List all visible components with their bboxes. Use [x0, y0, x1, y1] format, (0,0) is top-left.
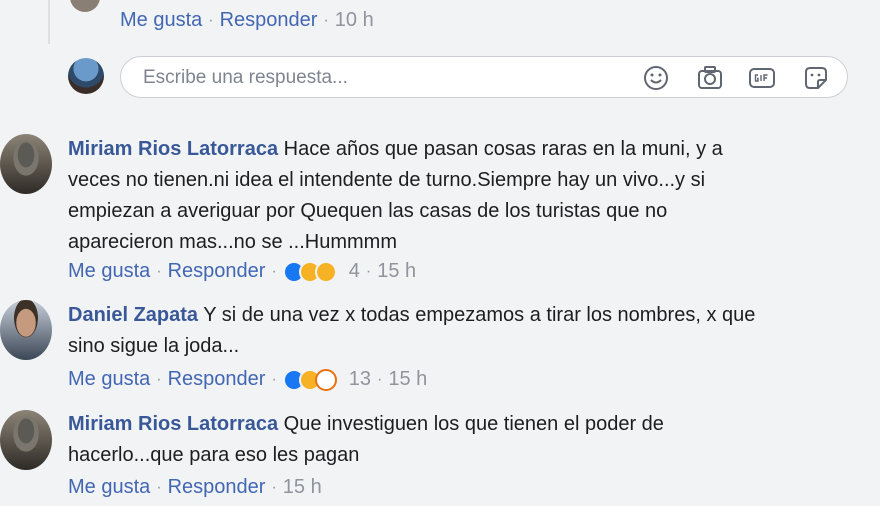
reactions-summary[interactable]: [282, 260, 337, 283]
comment-line: aparecieron mas...no se ...Hummmm: [68, 231, 397, 253]
comment-line: hacerlo...que para eso les pagan: [68, 444, 360, 466]
separator-dot: ·: [156, 478, 162, 496]
reply-link[interactable]: Responder: [220, 9, 318, 32]
comment-body: Miriam Rios Latorraca Hace años que pasa…: [68, 134, 858, 258]
separator-dot: ·: [271, 478, 277, 496]
comment-line: empiezan a averiguar por Quequen las cas…: [68, 200, 668, 222]
comment-action-row: Me gusta · Responder · 4 · 15 h: [68, 260, 416, 283]
comment-line: sino sigue la joda...: [68, 335, 240, 357]
commenter-avatar[interactable]: [0, 410, 52, 470]
comment-author[interactable]: Daniel Zapata: [68, 304, 198, 326]
commenter-avatar[interactable]: [0, 134, 52, 194]
sticker-icon[interactable]: [803, 65, 829, 91]
timestamp[interactable]: 15 h: [388, 368, 427, 391]
separator-dot: ·: [323, 11, 329, 29]
avatar[interactable]: [70, 0, 100, 12]
comment-author[interactable]: Miriam Rios Latorraca: [68, 138, 278, 160]
comment-line: veces no tienen.ni idea el intendente de…: [68, 169, 706, 191]
reply-composer[interactable]: [120, 56, 848, 98]
separator-dot: ·: [156, 262, 162, 280]
comment-action-row: Me gusta · Responder · 15 h: [68, 476, 322, 499]
comment-author[interactable]: Miriam Rios Latorraca: [68, 413, 278, 435]
like-link[interactable]: Me gusta: [68, 368, 150, 391]
comment-line: Hace años que pasan cosas raras en la mu…: [283, 138, 723, 160]
sad-reaction-icon: [314, 260, 337, 283]
separator-dot: ·: [156, 370, 162, 388]
reply-link[interactable]: Responder: [168, 260, 266, 283]
reactions-summary[interactable]: [282, 368, 337, 391]
reply-input[interactable]: [141, 65, 615, 91]
separator-dot: ·: [271, 262, 277, 280]
timestamp[interactable]: 15 h: [377, 260, 416, 283]
comment-line: Que investiguen los que tienen el poder …: [283, 413, 664, 435]
separator-dot: ·: [377, 370, 383, 388]
like-link[interactable]: Me gusta: [68, 476, 150, 499]
reaction-count[interactable]: 4: [349, 260, 360, 283]
separator-dot: ·: [208, 11, 214, 29]
like-link[interactable]: Me gusta: [68, 260, 150, 283]
like-link[interactable]: Me gusta: [120, 9, 202, 32]
reply-action-row: Me gusta · Responder · 10 h: [120, 9, 374, 32]
timestamp[interactable]: 10 h: [335, 9, 374, 32]
comment-body: Daniel Zapata Y si de una vez x todas em…: [68, 300, 858, 362]
separator-dot: ·: [365, 262, 372, 280]
comment-action-row: Me gusta · Responder · 13 · 15 h: [68, 368, 427, 391]
current-user-avatar[interactable]: [68, 58, 104, 94]
separator-dot: ·: [271, 370, 277, 388]
gif-icon[interactable]: [749, 65, 775, 91]
comment-line: Y si de una vez x todas empezamos a tira…: [203, 304, 756, 326]
reply-link[interactable]: Responder: [168, 476, 266, 499]
reaction-count[interactable]: 13: [349, 368, 371, 391]
timestamp[interactable]: 15 h: [283, 476, 322, 499]
reply-link[interactable]: Responder: [168, 368, 266, 391]
camera-icon[interactable]: [697, 65, 723, 91]
thread-line: [48, 0, 50, 44]
emoji-icon[interactable]: [643, 65, 669, 91]
comment-body: Miriam Rios Latorraca Que investiguen lo…: [68, 409, 858, 471]
commenter-avatar[interactable]: [0, 300, 52, 360]
angry-reaction-icon: [314, 368, 337, 391]
